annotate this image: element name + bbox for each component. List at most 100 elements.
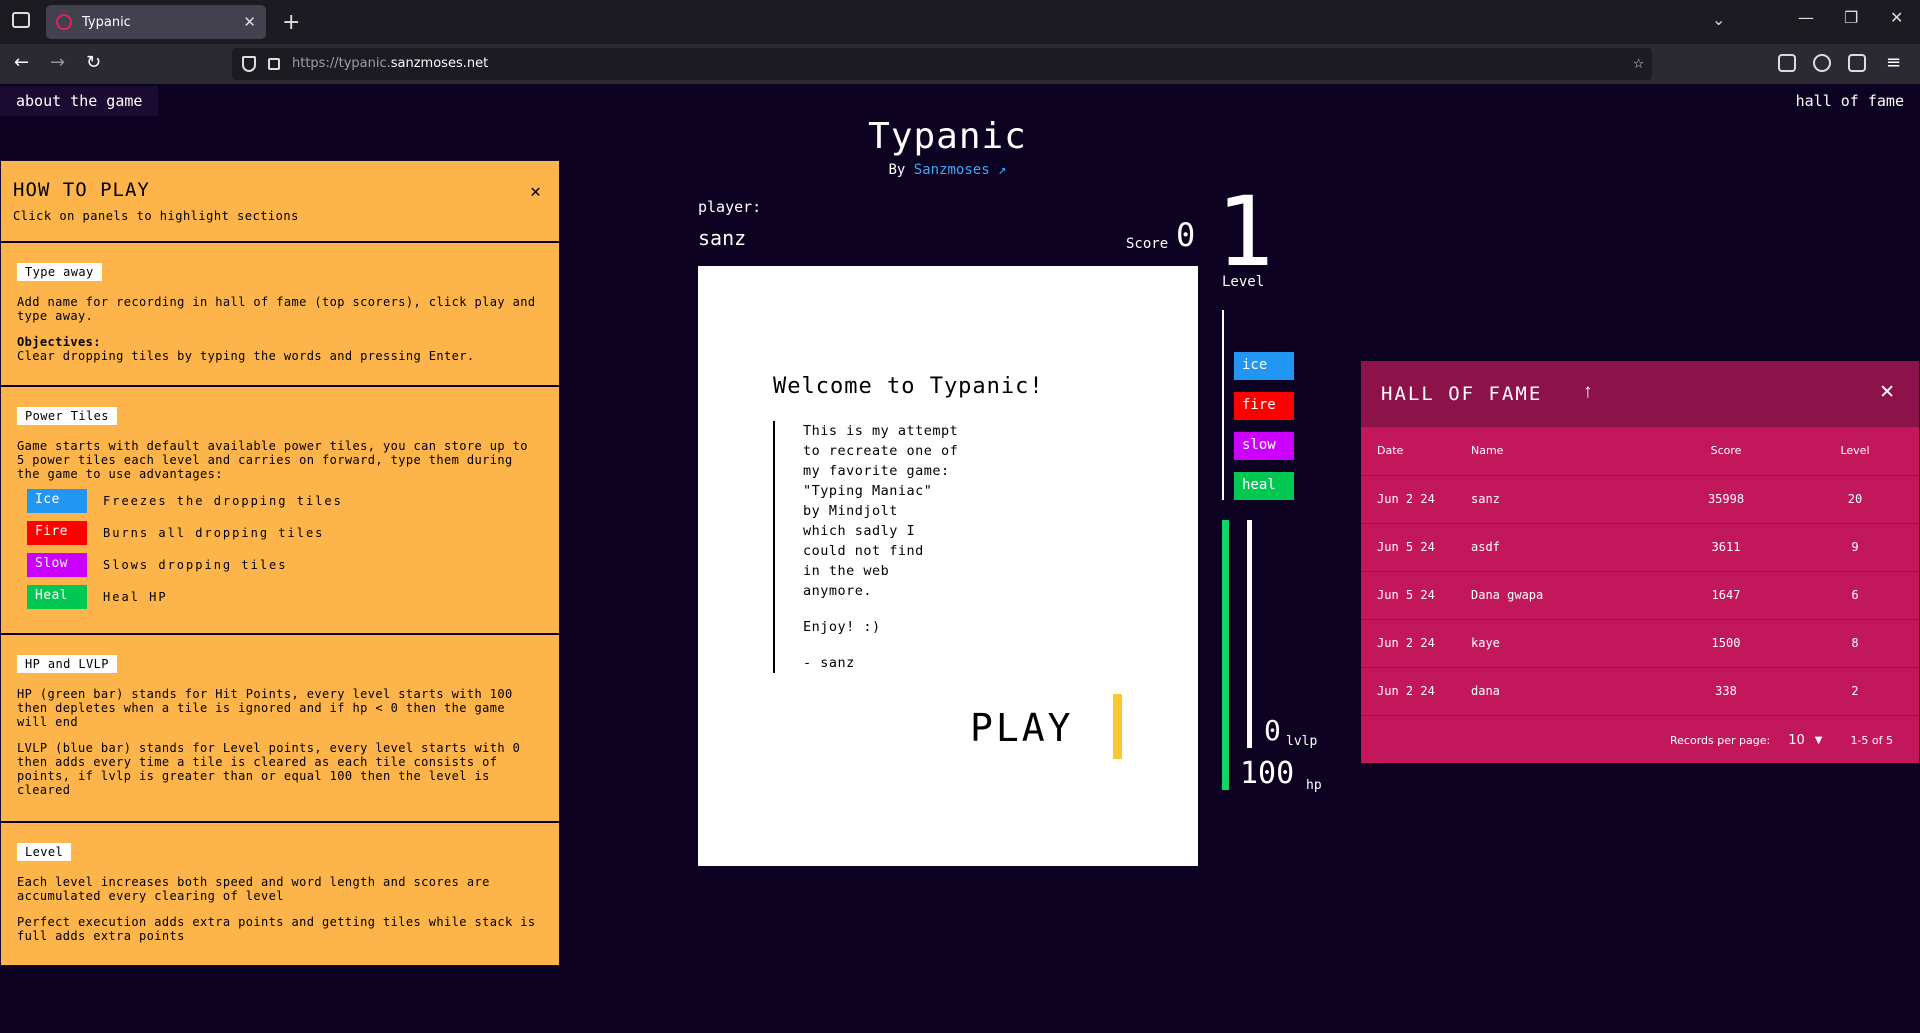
signature-line: - sanz xyxy=(803,655,855,671)
records-per-page-select[interactable]: 10 xyxy=(1788,733,1805,748)
fire-tile: Fire xyxy=(27,521,87,545)
back-icon[interactable]: ← xyxy=(14,52,29,73)
new-tab-icon[interactable]: + xyxy=(282,10,300,35)
slow-tile: Slow xyxy=(27,553,87,577)
section-power-tiles[interactable]: Power Tiles Game starts with default ava… xyxy=(1,387,559,635)
section-tag: Power Tiles xyxy=(17,407,117,425)
pagination-range: 1-5 of 5 xyxy=(1850,734,1893,747)
shield-icon[interactable] xyxy=(242,56,256,72)
tile-row-heal: Heal Heal HP xyxy=(27,585,543,609)
cell-date: Jun 2 24 xyxy=(1361,474,1471,523)
cell-name: kaye xyxy=(1471,618,1661,667)
section-tag: Type away xyxy=(17,263,102,281)
welcome-title: Welcome to Typanic! xyxy=(773,374,1044,399)
column-header[interactable]: Name xyxy=(1471,427,1661,475)
hall-of-fame-link[interactable]: hall of fame xyxy=(1796,92,1904,110)
bookmark-star-icon[interactable]: ☆ xyxy=(1633,52,1644,73)
power-tile-ice: ice xyxy=(1234,352,1294,380)
table-row: Jun 2 24 kaye 1500 8 xyxy=(1361,618,1919,667)
chevron-down-icon[interactable]: ⌄ xyxy=(1712,10,1725,29)
cell-date: Jun 2 24 xyxy=(1361,666,1471,715)
url-bar[interactable]: https://typanic.sanzmoses.net ☆ xyxy=(232,48,1652,80)
cell-name: asdf xyxy=(1471,522,1661,571)
quote-line: which sadly I xyxy=(803,523,916,539)
cell-name: dana xyxy=(1471,666,1661,715)
forward-icon[interactable]: → xyxy=(50,52,65,73)
cell-level: 20 xyxy=(1791,474,1919,523)
cell-score: 3611 xyxy=(1661,522,1791,571)
hp-value: 100 xyxy=(1240,756,1295,791)
power-tile-slow: slow xyxy=(1234,432,1294,460)
tile-row-fire: Fire Burns all dropping tiles xyxy=(27,521,543,545)
cell-level: 2 xyxy=(1791,666,1919,715)
about-the-game-link[interactable]: about the game xyxy=(0,86,159,116)
table-header-row: Date Name Score Level xyxy=(1361,427,1919,475)
browser-tab-bar: Typanic ✕ + ⌄ — ❐ ✕ xyxy=(0,0,1920,44)
cell-score: 1647 xyxy=(1661,570,1791,619)
lvlp-unit: lvlp xyxy=(1286,734,1318,749)
tab-close-icon[interactable]: ✕ xyxy=(243,13,256,31)
tab-list-icon[interactable] xyxy=(12,12,30,28)
cell-score: 338 xyxy=(1661,666,1791,715)
tile-desc: Burns all dropping tiles xyxy=(103,526,325,540)
power-tiles-text: Game starts with default available power… xyxy=(17,439,528,481)
page-title: Typanic xyxy=(868,116,1027,157)
arrow-up-icon[interactable]: ↑ xyxy=(1583,381,1593,403)
player-name: sanz xyxy=(698,226,747,250)
section-hp-lvlp[interactable]: HP and LVLP HP (green bar) stands for Hi… xyxy=(1,635,559,823)
restore-icon[interactable]: ❐ xyxy=(1844,8,1858,27)
cell-level: 8 xyxy=(1791,618,1919,667)
quote-line: by Mindjolt xyxy=(803,503,898,519)
tile-stack-line xyxy=(1222,310,1224,500)
account-icon[interactable] xyxy=(1813,54,1831,72)
dropdown-arrow-icon[interactable]: ▼ xyxy=(1815,735,1823,746)
section-type-away[interactable]: Type away Add name for recording in hall… xyxy=(1,243,559,387)
game-board[interactable]: Welcome to Typanic! This is my attempt t… xyxy=(698,266,1198,866)
cell-level: 6 xyxy=(1791,570,1919,619)
hall-of-fame-title: HALL OF FAME xyxy=(1381,383,1543,405)
cell-date: Jun 5 24 xyxy=(1361,522,1471,571)
play-button[interactable]: PLAY xyxy=(970,706,1074,750)
section-level[interactable]: Level Each level increases both speed an… xyxy=(1,823,559,965)
menu-icon[interactable]: ≡ xyxy=(1886,52,1901,73)
cell-score: 35998 xyxy=(1661,474,1791,523)
quote-line: anymore. xyxy=(803,583,873,599)
window-close-icon[interactable]: ✕ xyxy=(1890,8,1903,27)
level-label: Level xyxy=(1222,274,1265,290)
how-to-play-title: HOW TO PLAY xyxy=(13,179,150,201)
level-text-1: Each level increases both speed and word… xyxy=(17,875,490,903)
enjoy-line: Enjoy! :) xyxy=(803,619,881,635)
extensions-icon[interactable] xyxy=(1848,54,1866,72)
pagination-footer: Records per page: 10 ▼ 1-5 of 5 xyxy=(1361,715,1919,765)
close-icon[interactable]: ✕ xyxy=(1879,381,1895,404)
author-link[interactable]: Sanzmoses ↗ xyxy=(914,162,1007,178)
level-value: 1 xyxy=(1216,176,1274,288)
input-cursor xyxy=(1113,694,1122,759)
minimize-icon[interactable]: — xyxy=(1798,8,1814,27)
pocket-icon[interactable] xyxy=(1778,54,1796,72)
how-to-play-subtitle: Click on panels to highlight sections xyxy=(13,209,299,223)
close-icon[interactable]: ✕ xyxy=(530,181,541,202)
browser-nav-bar: ← → ↻ https://typanic.sanzmoses.net ☆ ≡ xyxy=(0,44,1920,84)
browser-tab[interactable]: Typanic ✕ xyxy=(46,5,266,39)
lock-icon[interactable] xyxy=(268,58,280,70)
quote-line: to recreate one of xyxy=(803,443,959,459)
url-text[interactable]: https://typanic.sanzmoses.net xyxy=(292,56,488,71)
reload-icon[interactable]: ↻ xyxy=(86,52,101,73)
level-text-2: Perfect execution adds extra points and … xyxy=(17,915,536,943)
hall-of-fame-header: HALL OF FAME ↑ ✕ xyxy=(1361,361,1919,427)
cell-date: Jun 5 24 xyxy=(1361,570,1471,619)
score-label: Score xyxy=(1126,236,1169,252)
column-header[interactable]: Level xyxy=(1791,427,1919,475)
tile-desc: Slows dropping tiles xyxy=(103,558,288,572)
section-tag: HP and LVLP xyxy=(17,655,117,673)
column-header[interactable]: Date xyxy=(1361,427,1471,475)
tab-title: Typanic xyxy=(82,14,131,30)
tile-row-slow: Slow Slows dropping tiles xyxy=(27,553,543,577)
type-away-text: Add name for recording in hall of fame (… xyxy=(17,295,536,323)
welcome-quote: This is my attempt to recreate one of my… xyxy=(773,421,973,673)
quote-line: in the web xyxy=(803,563,890,579)
power-tile-heal: heal xyxy=(1234,472,1294,500)
column-header[interactable]: Score xyxy=(1661,427,1791,475)
lvlp-value: 0 xyxy=(1264,714,1281,747)
